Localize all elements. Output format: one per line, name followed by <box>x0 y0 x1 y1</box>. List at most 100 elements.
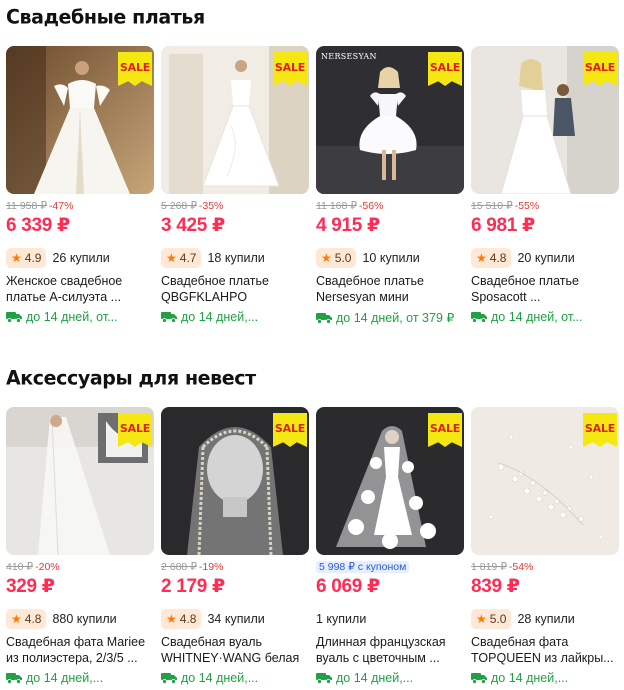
product-card[interactable]: SALE 11 958 ₽ -47% 6 339 ₽ ★ 4.9 26 купили… <box>6 46 154 325</box>
discount-label: -35% <box>198 200 224 212</box>
truck-icon <box>471 673 487 684</box>
product-card[interactable]: SALE 15 510 ₽ -55% 6 981 ₽ ★ 4.8 20 купили… <box>471 46 619 325</box>
star-icon: ★ <box>476 251 487 265</box>
old-price: 11 958 ₽ <box>6 200 47 212</box>
truck-icon <box>6 312 22 323</box>
product-title[interactable]: Свадебная фата TOPQUEEN из лайкры... <box>471 634 619 666</box>
sold-count: 26 купили <box>52 251 110 265</box>
price: 6 339 ₽ <box>6 215 70 236</box>
rating-badge: ★ 5.0 <box>316 248 357 268</box>
rating-value: 4.9 <box>24 251 42 265</box>
sale-badge: SALE <box>583 413 617 447</box>
product-card[interactable]: SALE 5 998 ₽ с купоном 6 069 ₽ 1 купили … <box>316 407 464 685</box>
product-title[interactable]: Женское свадебное платье А-силуэта ... <box>6 273 154 305</box>
truck-icon <box>316 673 332 684</box>
delivery-info: до 14 дней, от 379 ₽ <box>316 310 464 325</box>
price: 2 179 ₽ <box>161 576 225 597</box>
rating-badge: ★ 4.8 <box>471 248 512 268</box>
product-title[interactable]: Свадебная фата Mariee из полиэстера, 2/3… <box>6 634 154 666</box>
delivery-text: до 14 дней,... <box>26 671 104 685</box>
old-price-row: 1 819 ₽ -54% <box>471 561 619 573</box>
delivery-text: до 14 дней, от... <box>491 310 583 324</box>
product-title[interactable]: Свадебное платье QBGFKLAHPO <box>161 273 309 305</box>
rating-value: 4.8 <box>24 612 42 626</box>
delivery-info: до 14 дней,... <box>161 671 309 685</box>
delivery-info: до 14 дней,... <box>161 310 309 324</box>
discount-label: -20% <box>35 561 60 573</box>
sale-badge: SALE <box>118 52 152 86</box>
rating-value: 4.8 <box>179 612 197 626</box>
product-card[interactable]: SALE 1 819 ₽ -54% 839 ₽ ★ 5.0 28 купили Св… <box>471 407 619 685</box>
product-image[interactable]: SALE <box>6 46 154 194</box>
old-price: 5 268 ₽ <box>161 200 197 212</box>
meta-row: 1 купили <box>316 608 464 630</box>
meta-row: ★ 4.8 20 купили <box>471 247 619 269</box>
old-price-row: 5 268 ₽ -35% <box>161 200 309 212</box>
star-icon: ★ <box>166 612 177 626</box>
rating-value: 5.0 <box>334 251 352 265</box>
sale-badge: SALE <box>583 52 617 86</box>
product-image[interactable]: NERSESYAN SALE <box>316 46 464 194</box>
delivery-info: до 14 дней,... <box>6 671 154 685</box>
sold-count: 28 купили <box>517 612 575 626</box>
truck-icon <box>6 673 22 684</box>
sale-badge: SALE <box>273 413 307 447</box>
sale-badge: SALE <box>118 413 152 447</box>
product-image[interactable]: SALE <box>471 46 619 194</box>
sold-count: 10 купили <box>362 251 420 265</box>
product-image[interactable]: SALE <box>316 407 464 555</box>
price: 4 915 ₽ <box>316 215 380 236</box>
meta-row: ★ 4.7 18 купили <box>161 247 309 269</box>
old-price: 15 510 ₽ <box>471 200 513 212</box>
truck-icon <box>316 312 332 324</box>
delivery-text: до 14 дней, от 379 ₽ <box>336 311 455 325</box>
sold-count: 880 купили <box>52 612 117 626</box>
product-image[interactable]: SALE <box>471 407 619 555</box>
discount-label: -56% <box>358 200 384 212</box>
brand-logo: NERSESYAN <box>321 52 377 61</box>
star-icon: ★ <box>11 612 22 626</box>
rating-value: 4.8 <box>489 251 507 265</box>
old-price-row: 11 958 ₽ -47% <box>6 200 154 212</box>
old-price-row: 5 998 ₽ с купоном <box>316 561 464 573</box>
delivery-info: до 14 дней, от... <box>6 310 154 324</box>
delivery-info: до 14 дней,... <box>471 671 619 685</box>
meta-row: ★ 4.8 34 купили <box>161 608 309 630</box>
rating-badge: ★ 4.9 <box>6 248 47 268</box>
sold-count: 18 купили <box>207 251 265 265</box>
delivery-text: до 14 дней,... <box>181 671 259 685</box>
star-icon: ★ <box>321 251 332 265</box>
product-title[interactable]: Свадебное платье Nersesyan мини <box>316 273 464 305</box>
price: 6 981 ₽ <box>471 215 535 236</box>
product-image[interactable]: SALE <box>161 46 309 194</box>
product-card[interactable]: NERSESYAN SALE 11 168 ₽ -56% 4 915 ₽ ★ 5.0… <box>316 46 464 325</box>
delivery-text: до 14 дней,... <box>491 671 569 685</box>
product-image[interactable]: SALE <box>6 407 154 555</box>
rating-badge: ★ 4.8 <box>6 609 47 629</box>
sale-badge: SALE <box>273 52 307 86</box>
meta-row: ★ 4.8 880 купили <box>6 608 154 630</box>
rating-badge: ★ 5.0 <box>471 609 512 629</box>
product-card[interactable]: SALE 2 688 ₽ -19% 2 179 ₽ ★ 4.8 34 купили … <box>161 407 309 685</box>
old-price: 410 ₽ <box>6 561 34 573</box>
product-title[interactable]: Длинная французская вуаль с цветочным ..… <box>316 634 464 666</box>
star-icon: ★ <box>476 612 487 626</box>
truck-icon <box>161 312 177 323</box>
product-card[interactable]: SALE 5 268 ₽ -35% 3 425 ₽ ★ 4.7 18 купили … <box>161 46 309 325</box>
meta-row: ★ 4.9 26 купили <box>6 247 154 269</box>
old-price: 1 819 ₽ <box>471 561 507 573</box>
sold-count: 20 купили <box>517 251 575 265</box>
discount-label: -19% <box>198 561 224 573</box>
product-title[interactable]: Свадебное платье Sposacott ... <box>471 273 619 305</box>
sold-count: 1 купили <box>316 612 367 626</box>
product-image[interactable]: SALE <box>161 407 309 555</box>
product-card[interactable]: SALE 410 ₽ -20% 329 ₽ ★ 4.8 880 купили Сва… <box>6 407 154 685</box>
delivery-text: до 14 дней,... <box>181 310 259 324</box>
truck-icon <box>161 673 177 684</box>
price: 839 ₽ <box>471 576 520 597</box>
old-price: 2 688 ₽ <box>161 561 197 573</box>
truck-icon <box>471 312 487 323</box>
section-title-wedding-dresses: Свадебные платья <box>6 5 205 29</box>
product-title[interactable]: Свадебная вуаль WHITNEY·WANG белая <box>161 634 309 666</box>
coupon-price: 5 998 ₽ с купоном <box>316 561 410 573</box>
